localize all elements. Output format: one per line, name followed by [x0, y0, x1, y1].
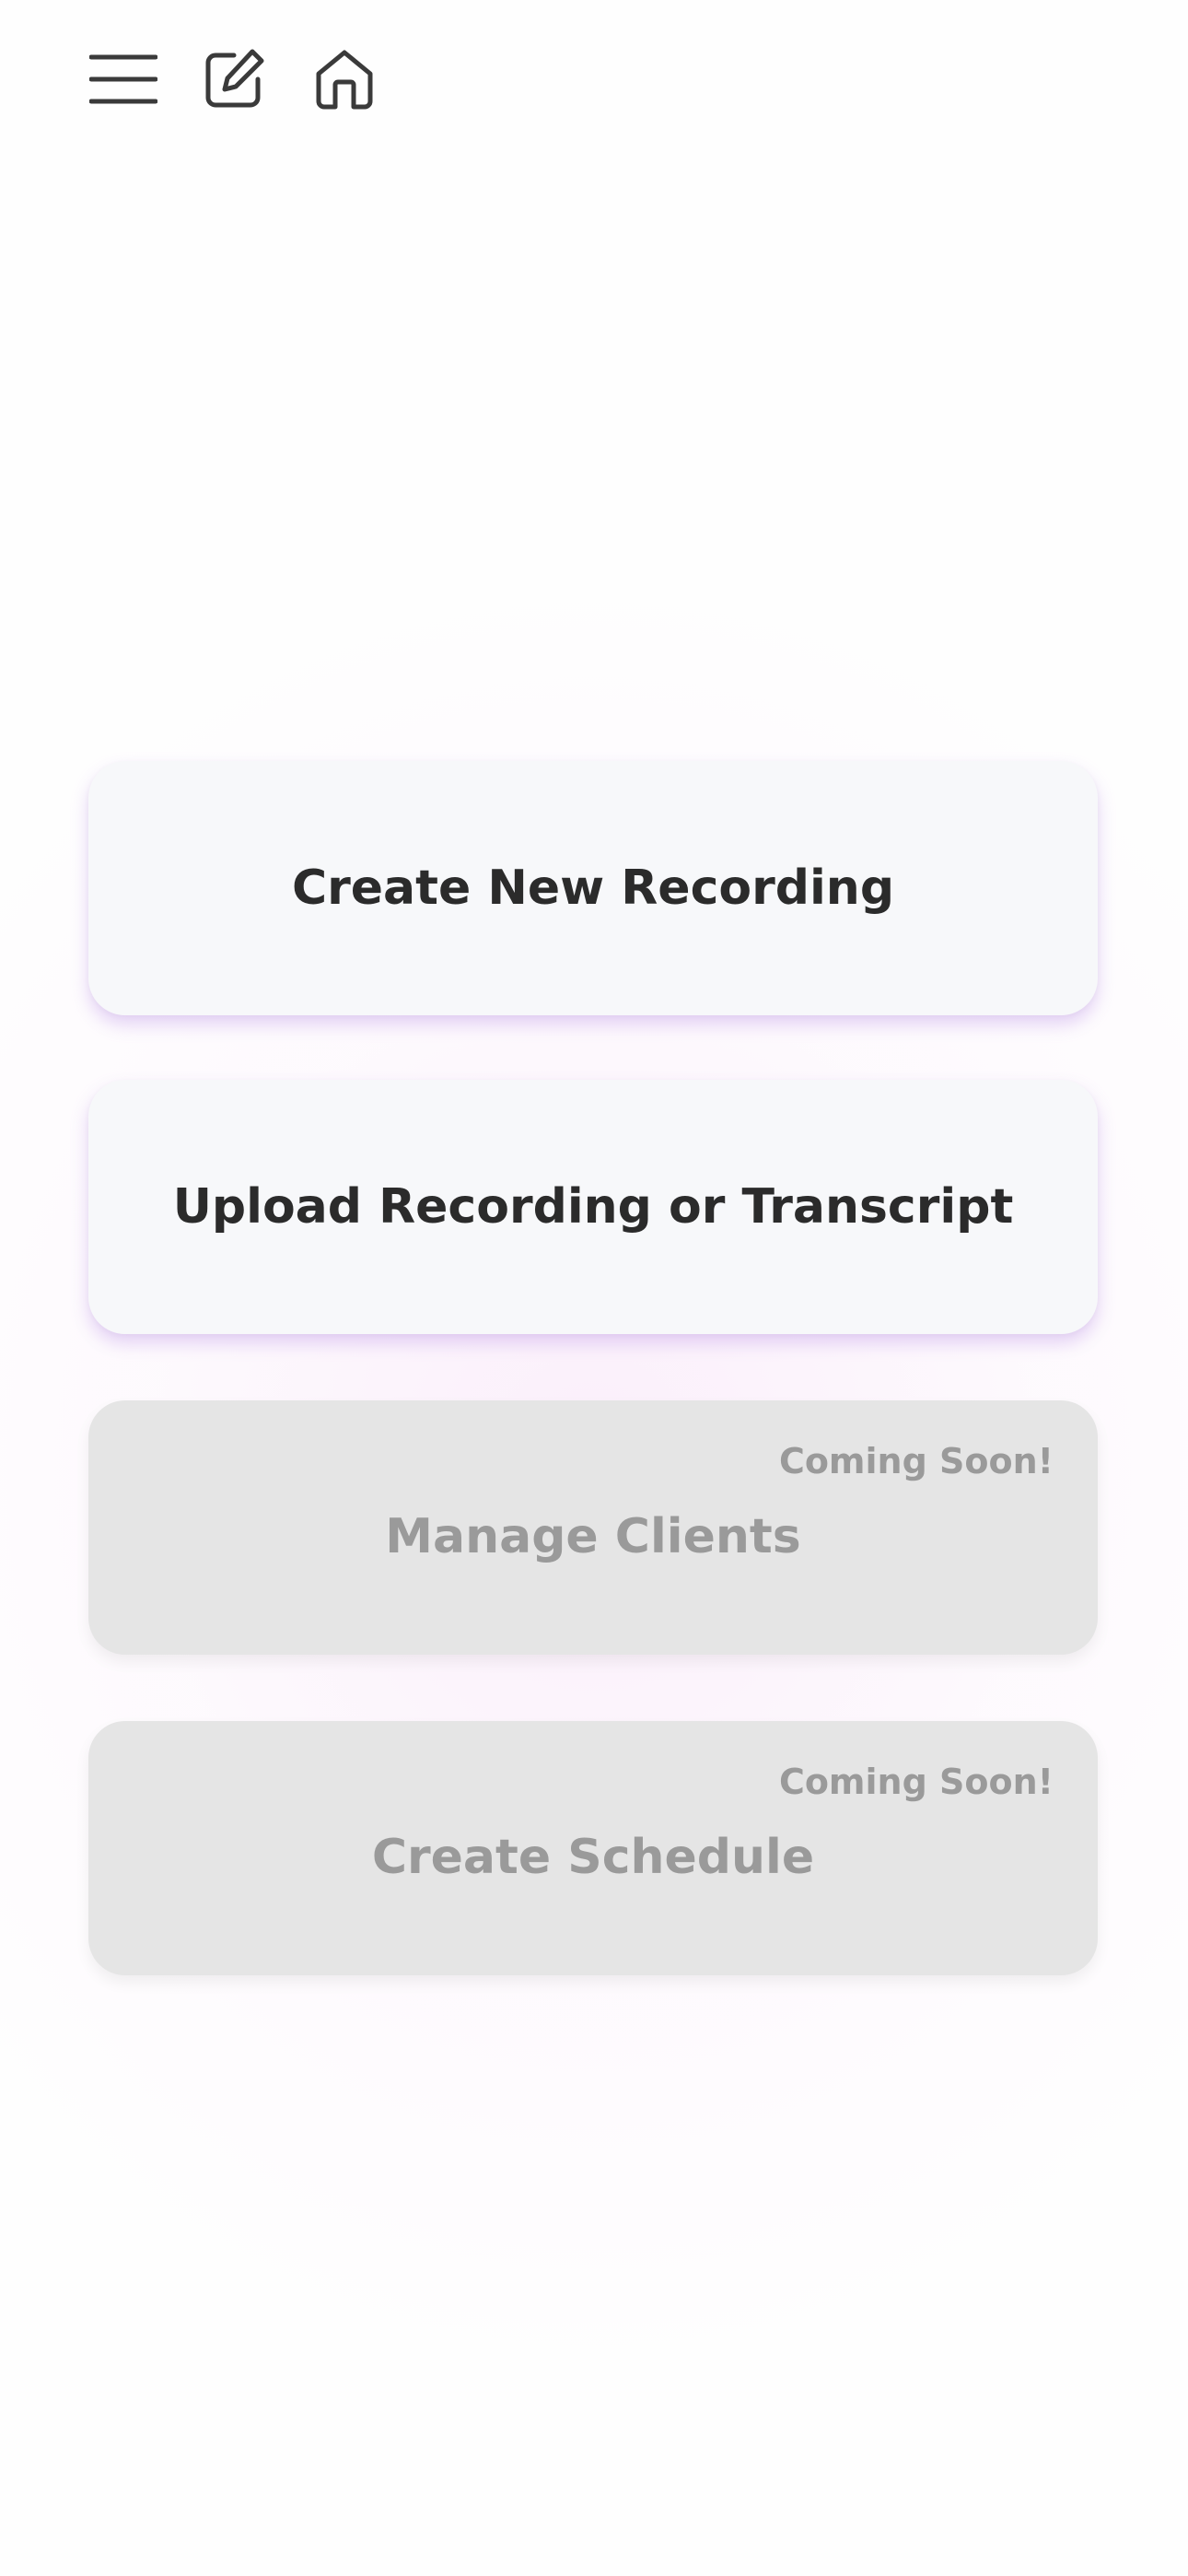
create-new-recording-label: Create New Recording: [291, 861, 895, 916]
home-icon: [316, 50, 373, 110]
menu-button[interactable]: [85, 41, 162, 118]
coming-soon-badge: Coming Soon!: [778, 1762, 1054, 1802]
coming-soon-badge: Coming Soon!: [778, 1441, 1054, 1481]
edit-icon: [205, 49, 264, 108]
manage-clients-label: Manage Clients: [385, 1509, 801, 1564]
manage-clients-button: Coming Soon! Manage Clients: [88, 1400, 1098, 1655]
menu-icon: [89, 54, 157, 104]
create-new-recording-button[interactable]: Create New Recording: [88, 761, 1098, 1015]
create-schedule-label: Create Schedule: [371, 1830, 815, 1885]
upload-recording-label: Upload Recording or Transcript: [172, 1179, 1014, 1235]
new-note-button[interactable]: [195, 41, 273, 118]
home-button[interactable]: [306, 41, 383, 118]
top-toolbar: [85, 41, 416, 118]
create-schedule-button: Coming Soon! Create Schedule: [88, 1721, 1098, 1975]
upload-recording-button[interactable]: Upload Recording or Transcript: [88, 1080, 1098, 1334]
